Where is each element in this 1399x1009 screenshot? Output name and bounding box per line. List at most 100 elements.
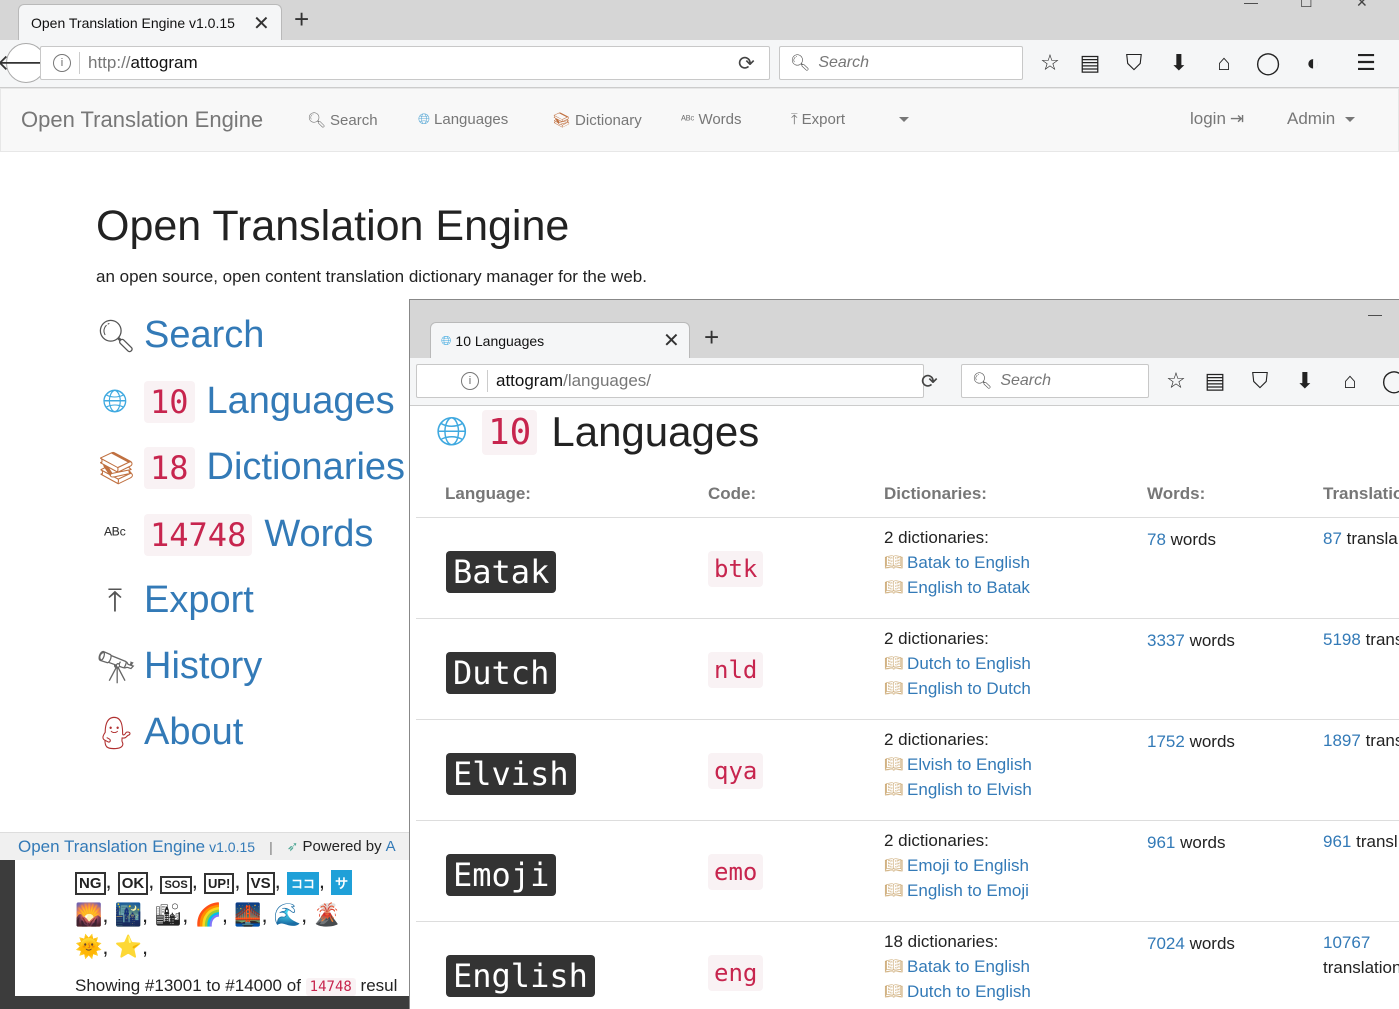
new-tab-icon[interactable]: + — [704, 322, 719, 353]
search-icon: 🔍︎ — [972, 373, 993, 390]
dictionary-link[interactable]: 📖︎ Elvish to English — [884, 752, 1032, 777]
browser-search-box[interactable]: 🔍︎ Search — [961, 364, 1149, 398]
menu-history-label: History — [144, 645, 263, 687]
footer-brand-link[interactable]: Open Translation Engine — [18, 837, 205, 857]
globe-icon: 🌐︎ — [102, 382, 128, 419]
new-tab-icon[interactable]: + — [294, 4, 309, 35]
chat-icon[interactable]: ◯ — [1380, 368, 1399, 394]
menu-dictionaries[interactable]: 📚︎ 18 Dictionaries — [96, 446, 405, 489]
reading-list-icon[interactable]: ▤ — [1201, 368, 1229, 394]
url-bar[interactable]: i attogram/languages/ — [416, 364, 924, 398]
dictionary-link[interactable]: 📖︎ Dutch to English — [884, 979, 1031, 1004]
dictionary-link[interactable]: 📖︎ Batak to English — [884, 550, 1030, 575]
pocket-icon[interactable]: ⛉ — [1246, 368, 1274, 394]
nav-languages[interactable]: 🌐︎ Languages — [418, 111, 508, 128]
dictionary-link[interactable]: 📖︎ Dutch to English — [884, 651, 1031, 676]
footer-version: v1.0.15 — [209, 838, 256, 855]
chat-icon[interactable]: ◯ — [1254, 50, 1282, 76]
page-footer: Open Translation Engine v1.0.15 | ➶ Powe… — [0, 832, 410, 860]
url-bar[interactable]: i http://attogram — [40, 46, 770, 80]
menu-search-label: Search — [144, 314, 265, 356]
language-name-badge[interactable]: English — [446, 955, 595, 997]
emoji-row-2: 🌄, 🌃, 🏙, 🌈, 🌉, 🌊, 🌋 — [75, 902, 341, 927]
words-cell: 7024 words — [1147, 934, 1235, 954]
menu-about[interactable]: 💁︎ About — [96, 711, 243, 754]
dictionary-link[interactable]: 📖︎ English to Elvish — [884, 777, 1032, 802]
language-name-badge[interactable]: Emoji — [446, 854, 557, 896]
emoji-row-1: NG, OK, SOS, UP!, VS, ココ, サ — [75, 868, 353, 895]
language-name-badge[interactable]: Batak — [446, 551, 557, 593]
download-icon[interactable]: ⬇ — [1165, 50, 1193, 76]
bookmark-star-icon[interactable]: ☆ — [1162, 368, 1190, 394]
navbar-brand[interactable]: Open Translation Engine — [21, 107, 263, 133]
menu-languages[interactable]: 🌐︎ 10 Languages — [96, 380, 395, 423]
minimize-icon[interactable]: — — [1244, 0, 1258, 10]
close-tab-icon[interactable]: ✕ — [253, 11, 270, 36]
nav-export[interactable]: ⤒ Export — [791, 111, 845, 128]
tab-10-languages[interactable]: 🌐︎ 10 Languages ✕ — [430, 322, 690, 358]
dictionary-link[interactable]: 📖︎ English to Emoji — [884, 878, 1029, 903]
dictionary-link[interactable]: 📖︎ Emoji to English — [884, 853, 1029, 878]
maximize-icon[interactable]: ☐ — [1300, 0, 1313, 11]
bookmark-star-icon[interactable]: ☆ — [1036, 50, 1064, 76]
menu-search[interactable]: 🔍︎ Search — [96, 314, 264, 357]
info-icon[interactable]: i — [53, 54, 71, 72]
table-row-divider — [416, 719, 1399, 720]
reading-list-icon[interactable]: ▤ — [1076, 50, 1104, 76]
home-icon[interactable]: ⌂ — [1336, 368, 1364, 394]
words-label: words — [1180, 833, 1226, 852]
dictionary-link[interactable]: 📖︎ English to Dutch — [884, 676, 1031, 701]
translations-count-link[interactable]: 5198 — [1323, 630, 1361, 649]
reload-icon[interactable]: ⟳ — [738, 51, 755, 76]
words-count-link[interactable]: 7024 — [1147, 934, 1185, 953]
pocket-icon[interactable]: ⛉ — [1120, 50, 1148, 76]
language-name-badge[interactable]: Elvish — [446, 753, 576, 795]
languages-count: 10 — [482, 409, 538, 455]
nav-dictionary[interactable]: 📚︎ Dictionary — [552, 111, 642, 130]
words-count-link[interactable]: 78 — [1147, 530, 1166, 549]
sync-icon[interactable]: ◐ — [1299, 50, 1327, 76]
browser-search-box[interactable]: 🔍︎ Search — [779, 46, 1023, 80]
browser-toolbar: 🡐 i attogram/languages/ ⟳ 🔍︎ Search ☆ ▤ … — [410, 358, 1399, 406]
words-cell: 1752 words — [1147, 732, 1235, 752]
minimize-icon[interactable]: — — [1368, 306, 1382, 322]
tab-open-translation-engine[interactable]: Open Translation Engine v1.0.15 ✕ — [18, 4, 282, 40]
menu-words[interactable]: ᴬᴮᶜ 14748 Words — [96, 513, 373, 556]
url-path: /languages/ — [563, 371, 651, 390]
footer-powered-link[interactable]: A — [386, 838, 396, 855]
menu-history[interactable]: 🔭︎ History — [96, 645, 262, 688]
showing-count: 14748 — [305, 978, 356, 996]
translations-count-link[interactable]: 1897 — [1323, 731, 1361, 750]
language-name-badge[interactable]: Dutch — [446, 652, 557, 694]
results-summary: Showing #13001 to #14000 of 14748 resul — [75, 976, 397, 996]
words-count-link[interactable]: 3337 — [1147, 631, 1185, 650]
translations-count-link[interactable]: 87 — [1323, 529, 1342, 548]
admin-dropdown[interactable]: Admin — [1287, 109, 1356, 129]
home-icon[interactable]: ⌂ — [1210, 50, 1238, 76]
search-icon: 🔍︎ — [790, 55, 811, 72]
translations-count-link[interactable]: 10767 — [1323, 933, 1370, 952]
language-code: eng — [708, 955, 764, 991]
nav-more-dropdown[interactable] — [893, 117, 909, 122]
words-count-link[interactable]: 1752 — [1147, 732, 1185, 751]
close-window-icon[interactable]: ✕ — [1356, 0, 1368, 11]
dictionary-link[interactable]: 📖︎ Batak to English — [884, 954, 1031, 979]
info-icon[interactable]: i — [461, 372, 479, 390]
words-label: words — [1170, 530, 1217, 549]
globe-icon: 🌐︎ — [418, 111, 431, 128]
words-count-link[interactable]: 961 — [1147, 833, 1175, 852]
download-icon[interactable]: ⬇ — [1291, 368, 1319, 394]
language-code: qya — [708, 753, 764, 789]
translations-count-link[interactable]: 961 — [1323, 832, 1351, 851]
hamburger-menu-icon[interactable]: ☰ — [1352, 50, 1380, 76]
reload-icon[interactable]: ⟳ — [921, 369, 938, 394]
tab-bar: 🌐︎ 10 Languages ✕ + — — [410, 300, 1399, 358]
nav-search[interactable]: 🔍︎ Search — [307, 111, 378, 130]
telescope-icon: 🔭︎ — [96, 648, 137, 685]
login-link[interactable]: login ⇥ — [1190, 109, 1244, 129]
nav-words[interactable]: ᴬᴮᶜ Words — [681, 111, 742, 128]
books-icon: 📚︎ — [96, 449, 137, 486]
close-tab-icon[interactable]: ✕ — [663, 328, 680, 353]
dictionary-link[interactable]: 📖︎ English to Batak — [884, 575, 1030, 600]
menu-export[interactable]: ⤒ Export — [96, 579, 254, 622]
